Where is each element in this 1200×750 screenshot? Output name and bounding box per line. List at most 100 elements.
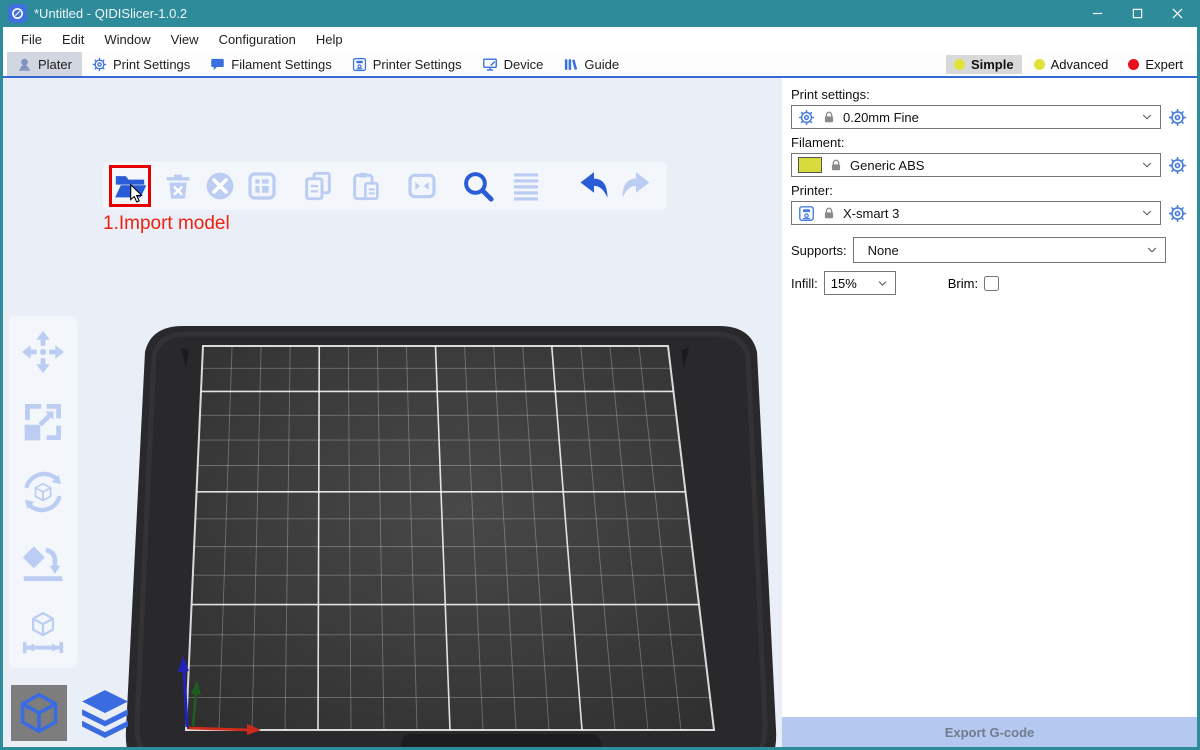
chevron-down-icon xyxy=(1140,158,1154,172)
minimize-button[interactable] xyxy=(1077,0,1117,27)
gear-icon xyxy=(1168,156,1187,175)
expert-dot-icon xyxy=(1128,59,1139,70)
split-objects-button[interactable] xyxy=(401,165,443,207)
supports-value: None xyxy=(860,243,1138,258)
redo-button[interactable] xyxy=(615,165,657,207)
delete-all-icon xyxy=(204,170,236,202)
mode-label: Advanced xyxy=(1051,57,1109,72)
measure-icon xyxy=(21,610,65,654)
printer-icon xyxy=(352,57,367,72)
plater-icon xyxy=(17,57,32,72)
layers-stack-icon xyxy=(80,688,130,738)
infill-label: Infill: xyxy=(791,276,818,291)
print-settings-value: 0.20mm Fine xyxy=(843,110,1133,125)
split-objects-icon xyxy=(406,170,438,202)
mode-advanced[interactable]: Advanced xyxy=(1026,55,1117,74)
menu-file[interactable]: File xyxy=(11,29,52,50)
export-gcode-button[interactable]: Export G-code xyxy=(782,717,1197,747)
move-button[interactable] xyxy=(15,324,71,380)
advanced-dot-icon xyxy=(1034,59,1045,70)
tab-printer-settings[interactable]: Printer Settings xyxy=(342,52,472,76)
search-button[interactable] xyxy=(457,165,499,207)
lock-icon xyxy=(822,110,836,124)
place-on-face-button[interactable] xyxy=(15,534,71,590)
menu-help[interactable]: Help xyxy=(306,29,353,50)
rotate-button[interactable] xyxy=(15,464,71,520)
tab-device[interactable]: Device xyxy=(472,52,554,76)
undo-icon xyxy=(577,169,611,203)
gear-icon xyxy=(1168,108,1187,127)
delete-all-button[interactable] xyxy=(199,165,241,207)
mode-label: Simple xyxy=(971,57,1014,72)
place-on-face-icon xyxy=(21,540,65,584)
simple-dot-icon xyxy=(954,59,965,70)
tab-filament-settings[interactable]: Filament Settings xyxy=(200,52,341,76)
measure-button[interactable] xyxy=(15,604,71,660)
filament-label: Filament: xyxy=(791,135,1188,150)
menu-configuration[interactable]: Configuration xyxy=(209,29,306,50)
delete-trash-icon xyxy=(162,170,194,202)
menu-view[interactable]: View xyxy=(161,29,209,50)
printer-gear-button[interactable] xyxy=(1166,202,1188,224)
maximize-button[interactable] xyxy=(1117,0,1157,27)
undo-button[interactable] xyxy=(573,165,615,207)
tab-label: Device xyxy=(504,57,544,72)
tabbar-spacer xyxy=(629,52,946,76)
tab-label: Guide xyxy=(584,57,619,72)
filament-value: Generic ABS xyxy=(850,158,1133,173)
close-button[interactable] xyxy=(1157,0,1197,27)
print-settings-gear-button[interactable] xyxy=(1166,106,1188,128)
filament-color-swatch xyxy=(798,157,822,173)
printer-dropdown[interactable]: X-smart 3 xyxy=(791,201,1161,225)
import-model-button[interactable] xyxy=(109,165,151,207)
filament-dropdown[interactable]: Generic ABS xyxy=(791,153,1161,177)
rotate-icon xyxy=(21,470,65,514)
settings-sidebar: Print settings: 0.20mm Fine Filament: Ge… xyxy=(782,78,1197,747)
paste-button[interactable] xyxy=(345,165,387,207)
scale-icon xyxy=(21,400,65,444)
arrange-icon xyxy=(246,170,278,202)
mouse-cursor-icon xyxy=(129,184,146,203)
copy-button[interactable] xyxy=(297,165,339,207)
gear-icon xyxy=(92,57,107,72)
copy-icon xyxy=(302,170,334,202)
editor-3d-view-button[interactable] xyxy=(11,685,67,741)
mode-expert[interactable]: Expert xyxy=(1120,55,1191,74)
filament-icon xyxy=(210,57,225,72)
menu-window[interactable]: Window xyxy=(94,29,160,50)
chevron-down-icon xyxy=(876,277,889,290)
delete-button[interactable] xyxy=(157,165,199,207)
lock-icon xyxy=(822,206,836,220)
gear-icon xyxy=(1168,204,1187,223)
variable-layer-height-button[interactable] xyxy=(505,165,547,207)
menu-edit[interactable]: Edit xyxy=(52,29,94,50)
view-switcher xyxy=(11,685,133,741)
build-plate xyxy=(121,318,781,747)
tutorial-annotation: 1.Import model xyxy=(103,213,230,235)
mode-simple[interactable]: Simple xyxy=(946,55,1022,74)
print-settings-dropdown[interactable]: 0.20mm Fine xyxy=(791,105,1161,129)
paste-icon xyxy=(350,170,382,202)
window-title: *Untitled - QIDISlicer-1.0.2 xyxy=(34,6,1077,21)
plater-toolbar xyxy=(103,162,667,210)
tab-print-settings[interactable]: Print Settings xyxy=(82,52,200,76)
guide-icon xyxy=(563,57,578,72)
printer-label: Printer: xyxy=(791,183,1188,198)
scale-button[interactable] xyxy=(15,394,71,450)
redo-icon xyxy=(619,169,653,203)
tab-plater[interactable]: Plater xyxy=(7,52,82,76)
layer-list-icon xyxy=(510,170,542,202)
chevron-down-icon xyxy=(1145,243,1159,257)
infill-dropdown[interactable]: 15% xyxy=(824,271,896,295)
brim-checkbox[interactable] xyxy=(984,276,999,291)
chevron-down-icon xyxy=(1140,206,1154,220)
gear-icon xyxy=(798,109,815,126)
preview-layers-button[interactable] xyxy=(77,685,133,741)
print-settings-label: Print settings: xyxy=(791,87,1188,102)
supports-label: Supports: xyxy=(791,243,847,258)
supports-dropdown[interactable]: None xyxy=(853,237,1166,263)
arrange-button[interactable] xyxy=(241,165,283,207)
3d-viewport[interactable]: 1.Import model xyxy=(3,78,782,747)
tab-guide[interactable]: Guide xyxy=(553,52,629,76)
filament-gear-button[interactable] xyxy=(1166,154,1188,176)
